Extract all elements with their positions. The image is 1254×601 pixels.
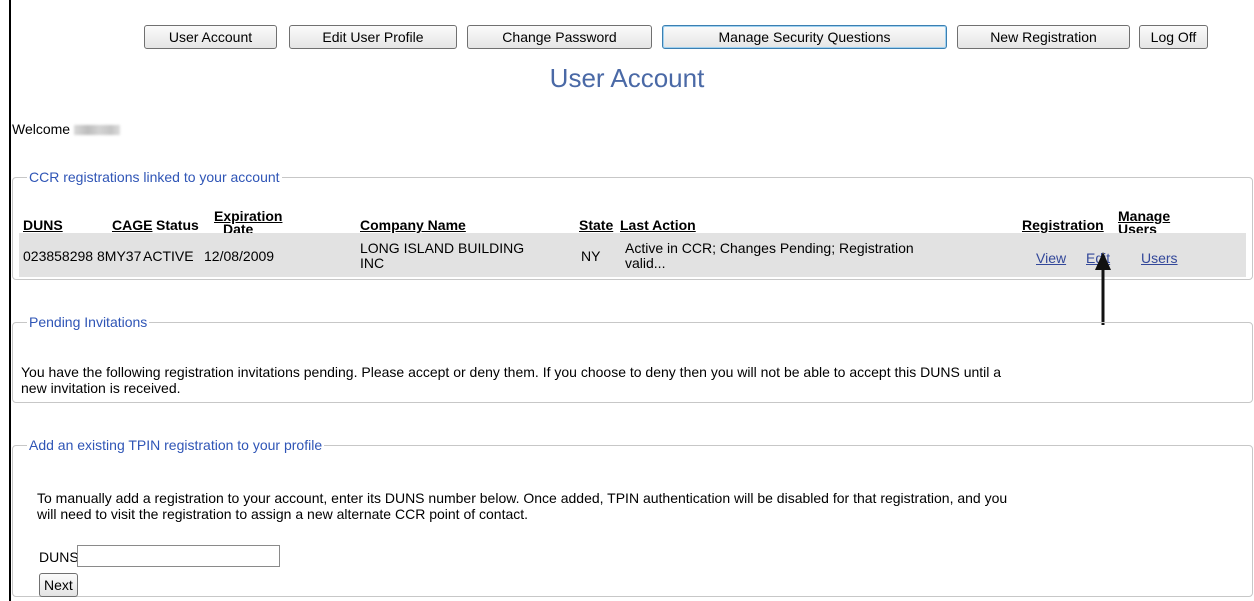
row-company-line1: LONG ISLAND BUILDING	[360, 240, 525, 256]
add-tpin-legend: Add an existing TPIN registration to you…	[29, 437, 323, 453]
duns-input[interactable]	[77, 545, 280, 567]
row-last-action-line2: valid...	[625, 255, 666, 271]
pending-invitations-section: Pending Invitations You have the followi…	[12, 314, 1253, 403]
manage-users-link[interactable]: Users	[1141, 251, 1178, 266]
redacted-username	[74, 125, 121, 135]
header-status: Status	[156, 217, 199, 233]
user-account-button[interactable]: User Account	[144, 25, 277, 49]
header-state[interactable]: State	[579, 218, 613, 232]
ccr-registrations-legend: CCR registrations linked to your account	[29, 169, 280, 185]
add-tpin-text-line1: To manually add a registration to your a…	[37, 490, 1008, 506]
add-tpin-section: Add an existing TPIN registration to you…	[12, 437, 1253, 597]
header-last-action[interactable]: Last Action	[620, 218, 696, 232]
row-status: ACTIVE	[143, 248, 194, 264]
log-off-button[interactable]: Log Off	[1139, 25, 1208, 49]
welcome-message: Welcome	[12, 121, 121, 137]
row-duns: 023858298	[23, 248, 94, 264]
next-button[interactable]: Next	[39, 573, 78, 597]
ccr-registrations-section: CCR registrations linked to your account…	[12, 169, 1253, 280]
top-navigation: User Account Edit User Profile Change Pa…	[0, 25, 1254, 51]
header-cage[interactable]: CAGE	[112, 218, 152, 232]
welcome-label: Welcome	[12, 121, 71, 137]
new-registration-button[interactable]: New Registration	[957, 25, 1130, 49]
header-registration[interactable]: Registration	[1022, 218, 1104, 232]
pending-invitations-legend: Pending Invitations	[29, 314, 148, 330]
manage-security-questions-button[interactable]: Manage Security Questions	[662, 25, 947, 49]
change-password-button[interactable]: Change Password	[467, 25, 652, 49]
row-company-line2: INC	[360, 255, 385, 271]
edit-user-profile-button[interactable]: Edit User Profile	[289, 25, 457, 49]
view-registration-link[interactable]: View	[1036, 251, 1066, 266]
header-duns[interactable]: DUNS	[23, 218, 63, 232]
header-company-name[interactable]: Company Name	[360, 218, 466, 232]
add-tpin-text-line2: will need to visit the registration to a…	[37, 506, 529, 522]
row-last-action-line1: Active in CCR; Changes Pending; Registra…	[625, 240, 914, 256]
row-cage: 8MY37	[97, 248, 142, 264]
pending-invitations-text-line1: You have the following registration invi…	[21, 364, 1002, 380]
row-state: NY	[581, 248, 601, 264]
pending-invitations-text-line2: new invitation is received.	[21, 380, 181, 396]
page-title: User Account	[549, 63, 705, 93]
row-expiration: 12/08/2009	[204, 248, 275, 264]
